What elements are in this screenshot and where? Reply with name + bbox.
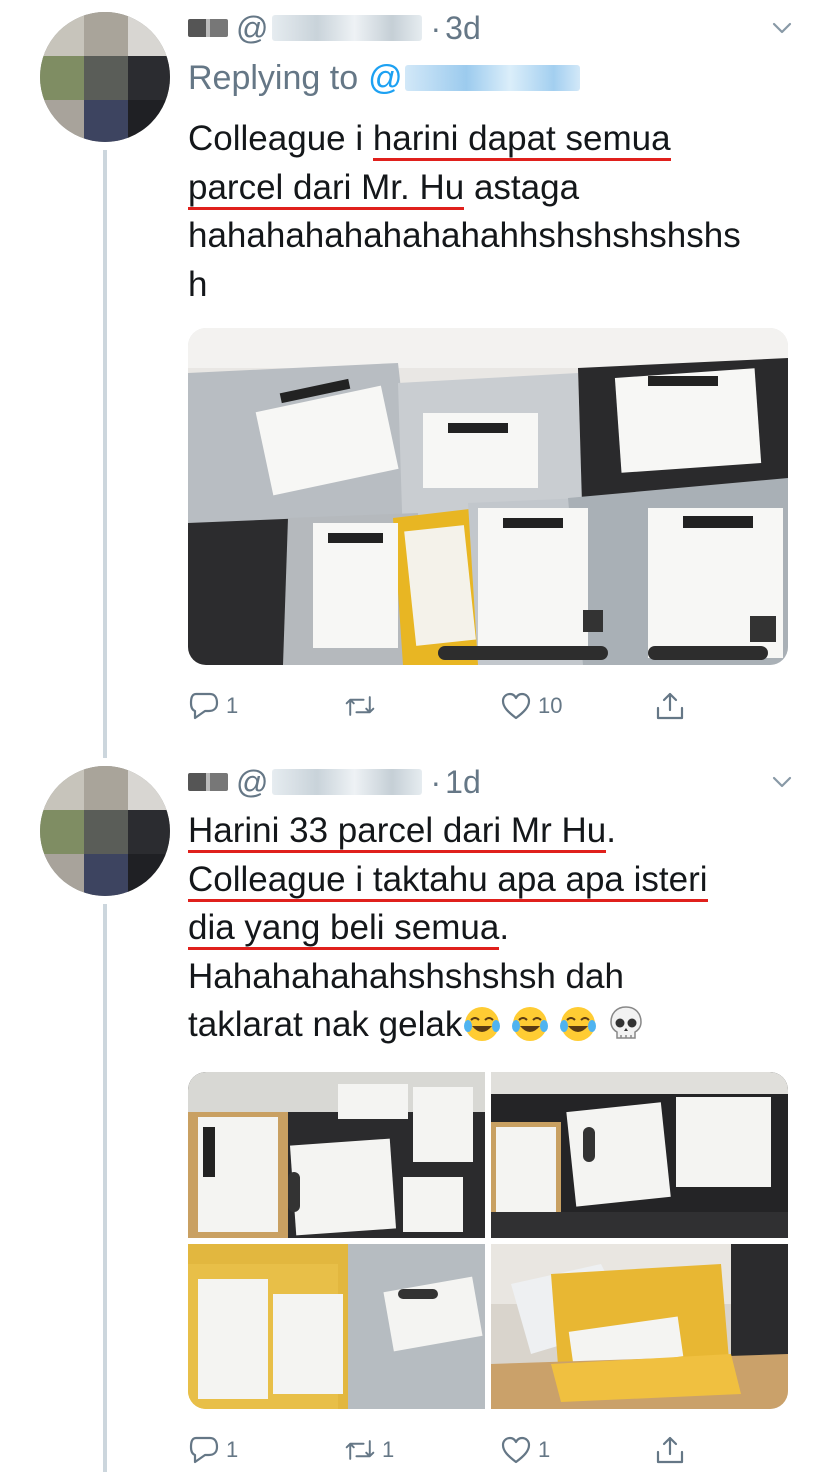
highlight-underline: harini dapat semua [372,119,671,161]
display-name-redacted[interactable] [188,19,228,37]
tweet-photo[interactable] [188,1072,485,1238]
tweet-text-line: hahahahahahahahahhshshshshshs [188,216,741,255]
display-name-redacted[interactable] [188,773,228,791]
retweet-button[interactable] [344,686,382,726]
reply-button[interactable]: 1 [188,1430,238,1470]
handle-redacted[interactable] [272,769,423,795]
share-icon [656,692,684,720]
tweet-photo[interactable] [188,1244,485,1409]
tweet-text-line: Colleague i harini dapat semua [188,115,798,164]
retweet-button[interactable]: 1 [344,1430,394,1470]
replying-to-handle-redacted[interactable] [404,65,580,91]
tweet-text-line: Harini 33 parcel dari Mr Hu. [188,807,798,856]
like-count: 1 [538,1437,551,1462]
replying-to: Replying to @ [188,56,580,100]
tweet-text-line: dia yang beli semua. [188,904,798,953]
reply-icon [189,692,219,720]
tweet-photo-grid [188,1072,788,1409]
share-button[interactable] [654,686,686,726]
thread-line [103,150,107,758]
retweet-icon [345,696,375,716]
tweet-photo[interactable] [188,328,788,665]
separator: · [430,763,442,800]
tweet-text: Colleague i harini dapat semua parcel da… [188,115,798,309]
skull-emoji [606,1004,646,1044]
highlight-underline: Colleague i taktahu apa apa isteri [188,859,708,902]
tweet-text-line: parcel dari Mr. Hu astaga [188,164,798,213]
parcels-photo [188,328,788,665]
tears-of-joy-emoji [510,1004,550,1044]
share-button[interactable] [654,1430,686,1470]
replying-to-label: Replying to [188,58,359,97]
chevron-down-icon[interactable] [772,772,792,792]
tweet-header: @ · 1d [188,760,481,804]
highlight-underline: Harini 33 parcel dari Mr Hu [188,811,607,853]
replying-to-handle-prefix[interactable]: @ [368,59,403,98]
like-count: 10 [538,693,563,718]
handle-prefix: @ [236,9,269,46]
tweet-photo[interactable] [491,1072,788,1238]
share-icon [656,1436,684,1464]
tweet-actions: 1 1 1 [188,1430,708,1470]
tweet-time[interactable]: 3d [445,10,481,47]
heart-icon [501,692,531,720]
chevron-down-icon[interactable] [772,18,792,38]
tweet-text-line: Hahahahahahshshshsh dah [188,956,624,996]
avatar[interactable] [40,766,170,896]
tweet-text: Harini 33 parcel dari Mr Hu. Colleague i… [188,807,798,1050]
handle-prefix: @ [236,763,269,800]
tweet-header: @ · 3d [188,6,481,50]
highlight-underline: dia yang beli semua [188,908,500,950]
reply-count: 1 [226,1437,239,1462]
retweet-count: 1 [382,1437,395,1462]
tears-of-joy-emoji [462,1004,502,1044]
avatar[interactable] [40,12,170,142]
heart-icon [501,1436,531,1464]
tweet-text-line: Colleague i taktahu apa apa isteri [188,856,798,905]
reply-icon [189,1436,219,1464]
tweet-actions: 1 10 [188,686,708,726]
separator: · [430,9,442,46]
tweet-text-line: h [188,264,208,304]
reply-count: 1 [226,693,239,718]
tears-of-joy-emoji [558,1004,598,1044]
handle-redacted[interactable] [272,15,423,41]
retweet-icon [345,1440,375,1460]
thread-line [103,904,107,1472]
reply-button[interactable]: 1 [188,686,238,726]
tweet-text-line: taklarat nak gelak [188,1001,798,1050]
like-button[interactable]: 10 [500,686,562,726]
tweet-time[interactable]: 1d [445,764,481,801]
like-button[interactable]: 1 [500,1430,550,1470]
highlight-underline: parcel dari Mr. Hu [188,167,465,210]
tweet-photo[interactable] [491,1244,788,1409]
